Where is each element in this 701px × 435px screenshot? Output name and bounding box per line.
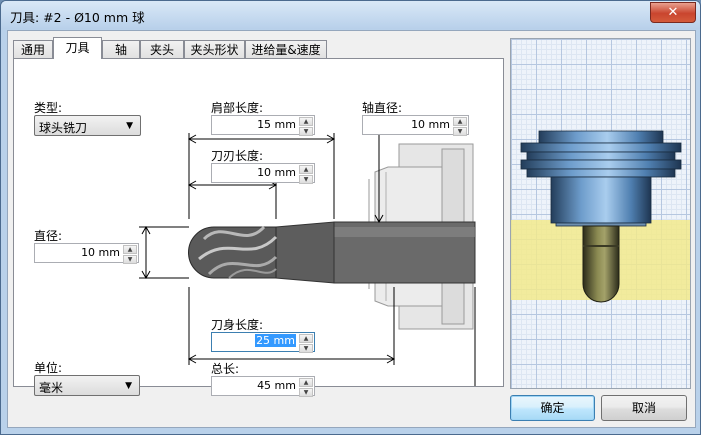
body-length-label: 刀身长度: [211, 318, 264, 332]
overall-length-label: 总长: [211, 362, 240, 376]
shaft-diameter-label: 轴直径: [362, 101, 403, 115]
spin-arrows-icon[interactable]: ▲ ▼ [123, 245, 137, 264]
unit-select-value: 毫米 [39, 381, 64, 395]
shaft-diameter-stepper[interactable]: 10 mm ▲ ▼ [362, 115, 469, 136]
diameter-label: 直径: [34, 229, 63, 243]
chevron-down-icon: ▼ [126, 121, 133, 131]
overall-length-value: 45 mm [257, 379, 296, 392]
shaft-diameter-value: 10 mm [411, 118, 450, 131]
flute-length-stepper[interactable]: 10 mm ▲ ▼ [211, 163, 315, 184]
unit-label: 单位: [34, 361, 63, 375]
spin-arrows-icon[interactable]: ▲ ▼ [299, 117, 313, 136]
type-select[interactable]: 球头铣刀 ▼ [34, 115, 141, 136]
title-bar: 刀具: #2 - Ø10 mm 球 ✕ [1, 1, 700, 29]
tool-3d-render [511, 130, 690, 303]
chevron-down-icon: ▼ [125, 381, 132, 391]
shoulder-length-value: 15 mm [257, 118, 296, 131]
tool-3d-shank [582, 225, 620, 303]
type-select-value: 球头铣刀 [39, 121, 88, 135]
ok-button[interactable]: 确定 [510, 395, 595, 421]
tool-neck [275, 221, 335, 284]
window-title: 刀具: #2 - Ø10 mm 球 [10, 10, 145, 25]
tool-dialog-window: 刀具: #2 - Ø10 mm 球 ✕ 通用 刀具 轴 夹头 夹头形状 进给量&… [0, 0, 701, 435]
tool-tab-panel: 类型: 球头铣刀 ▼ 肩部长度: 15 mm ▲ ▼ 轴直径: 10 mm ▲ ▼ … [13, 58, 504, 397]
shoulder-length-label: 肩部长度: [211, 101, 264, 115]
spin-arrows-icon[interactable]: ▲ ▼ [299, 378, 313, 397]
flute-length-label: 刀刃长度: [211, 149, 264, 163]
tab-shaft[interactable]: 轴 [102, 40, 140, 58]
dialog-client-area: 通用 刀具 轴 夹头 夹头形状 进给量&速度 类型: 球头铣刀 ▼ 肩部长度: … [7, 30, 696, 428]
type-label: 类型: [34, 101, 63, 115]
tool-3d-preview[interactable] [510, 38, 691, 389]
overall-length-stepper[interactable]: 45 mm ▲ ▼ [211, 376, 315, 397]
spin-arrows-icon[interactable]: ▲ ▼ [453, 117, 467, 136]
shoulder-length-stepper[interactable]: 15 mm ▲ ▼ [211, 115, 315, 136]
tab-holder[interactable]: 夹头 [140, 40, 184, 58]
unit-select[interactable]: 毫米 ▼ [34, 375, 140, 396]
tab-feeds-speeds[interactable]: 进给量&速度 [245, 40, 327, 58]
flute-length-value: 10 mm [257, 166, 296, 179]
holder-3d [520, 130, 682, 227]
tab-general[interactable]: 通用 [13, 40, 53, 58]
spin-arrows-icon[interactable]: ▲ ▼ [299, 334, 313, 353]
close-button[interactable]: ✕ [650, 2, 696, 23]
spin-arrows-icon[interactable]: ▲ ▼ [299, 165, 313, 184]
body-length-stepper[interactable]: 25 mm ▲ ▼ [211, 332, 315, 353]
tab-holder-shape[interactable]: 夹头形状 [184, 40, 245, 58]
body-length-value: 25 mm [255, 334, 296, 347]
diameter-stepper[interactable]: 10 mm ▲ ▼ [34, 243, 139, 264]
diameter-value: 10 mm [81, 246, 120, 259]
tab-tool[interactable]: 刀具 [53, 37, 102, 59]
cancel-button[interactable]: 取消 [601, 395, 687, 421]
